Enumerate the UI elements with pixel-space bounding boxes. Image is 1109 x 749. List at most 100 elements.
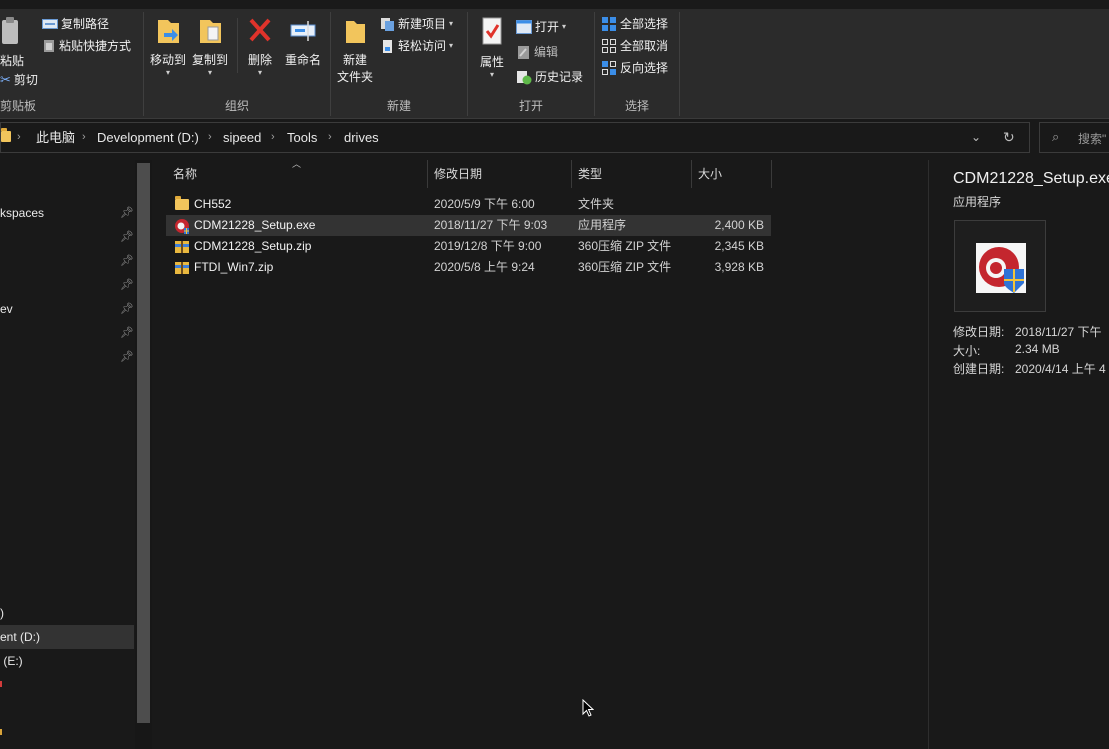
easy-access-button[interactable]: 轻松访问 ▾ [380, 36, 453, 56]
move-to-button[interactable]: 移动到 ▾ [148, 14, 188, 77]
history-button[interactable]: 历史记录 [516, 67, 583, 87]
open-caret-icon: ▾ [562, 22, 567, 31]
nav-quick-access-item[interactable]: 📌︎ [0, 225, 134, 249]
pin-icon[interactable]: 📌︎ [120, 249, 134, 273]
file-row[interactable]: CDM21228_Setup.zip 2019/12/8 下午 9:00 360… [166, 236, 771, 257]
cut-label: 剪切 [13, 73, 38, 87]
nav-quick-access-item[interactable]: 📌︎ [0, 345, 134, 369]
column-header-size[interactable]: 大小 [692, 160, 772, 188]
refresh-icon[interactable]: ↻ [1003, 123, 1015, 152]
preview-modified-label: 修改日期: [953, 325, 1005, 339]
organize-group-label: 组织 [224, 99, 249, 113]
paste-shortcut-icon [44, 40, 54, 52]
nav-quick-access-item[interactable]: 📌︎ [0, 273, 134, 297]
delete-button[interactable]: 删除 ▾ [242, 14, 278, 77]
paste-shortcut-button[interactable]: 粘贴快捷方式 [42, 36, 131, 56]
file-date: 2020/5/9 下午 6:00 [434, 197, 535, 211]
folder-icon [175, 196, 189, 210]
exe-icon [175, 219, 189, 234]
breadcrumb-this-pc[interactable]: 此电脑 [36, 123, 75, 152]
select-none-button[interactable]: 全部取消 [601, 36, 668, 56]
breadcrumb-sipeed[interactable]: sipeed [223, 123, 261, 152]
clipboard-group-label: 剪贴板 [0, 99, 37, 113]
copy-to-button[interactable]: 复制到 ▾ [190, 14, 230, 77]
nav-item-label: kspaces [0, 206, 45, 220]
file-size: 2,400 KB [714, 218, 764, 232]
chevron-right-icon: › [17, 131, 21, 143]
breadcrumb-drives[interactable]: drives [344, 123, 379, 152]
nav-drive-item-selected[interactable]: ent (D:) [0, 625, 134, 649]
select-all-button[interactable]: 全部选择 [601, 14, 668, 34]
pin-icon[interactable]: 📌︎ [120, 345, 134, 369]
column-header-name[interactable]: 名称 [167, 160, 428, 188]
rename-button[interactable]: 重命名 [283, 14, 323, 68]
preview-pane-divider[interactable] [928, 160, 929, 749]
copy-path-label: 复制路径 [61, 17, 110, 31]
address-bar[interactable]: › 此电脑 › Development (D:) › sipeed › Tool… [0, 122, 1030, 153]
preview-created-label: 创建日期: [953, 362, 1005, 376]
search-icon: ⌕ [1052, 129, 1060, 144]
invert-selection-label: 反向选择 [620, 61, 669, 75]
folder-icon [1, 128, 11, 142]
move-to-caret-icon: ▾ [165, 68, 170, 77]
properties-button[interactable]: 属性 ▾ [474, 16, 510, 79]
edit-label: 编辑 [534, 45, 559, 59]
column-header-date[interactable]: 修改日期 [428, 160, 572, 188]
pin-icon[interactable]: 📌︎ [120, 297, 134, 321]
paste-button[interactable]: 粘贴 [0, 16, 24, 69]
copy-path-button[interactable]: 复制路径 [42, 14, 109, 34]
new-item-button[interactable]: 新建项目 ▾ [380, 14, 453, 34]
open-button[interactable]: 打开 ▾ [516, 17, 566, 37]
preview-filename: CDM21228_Setup.exe [953, 170, 1109, 187]
pin-icon[interactable]: 📌︎ [120, 201, 134, 225]
preview-modified-value: 2018/11/27 下午 [1015, 325, 1102, 339]
nav-scrollbar-thumb[interactable] [137, 163, 150, 723]
nav-drive-item[interactable]: ) [0, 601, 134, 625]
pin-icon[interactable]: 📌︎ [120, 321, 134, 345]
file-row[interactable]: FTDI_Win7.zip 2020/5/8 上午 9:24 360压缩 ZIP… [166, 257, 771, 278]
nav-quick-access-item[interactable]: ev 📌︎ [0, 297, 134, 321]
chevron-right-icon: › [271, 131, 275, 143]
nav-drive-label: ) [0, 606, 4, 620]
nav-quick-access-item[interactable]: kspaces 📌︎ [0, 201, 134, 225]
cut-button[interactable]: ✂ 剪切 [0, 70, 38, 90]
new-item-label: 新建项目 [398, 17, 447, 31]
edit-icon [518, 45, 529, 59]
zip-icon [175, 262, 189, 274]
file-size [692, 194, 764, 215]
edit-button[interactable]: 编辑 [516, 42, 558, 62]
chevron-right-icon: › [82, 131, 86, 143]
new-folder-label-1: 新建 [342, 53, 367, 67]
new-folder-label-2: 文件夹 [336, 70, 373, 84]
nav-quick-access-item[interactable]: 📌︎ [0, 321, 134, 345]
file-row-selected[interactable]: CDM21228_Setup.exe 2018/11/27 下午 9:03 应用… [166, 215, 771, 236]
select-all-icon [602, 17, 616, 31]
search-box[interactable]: ⌕ 搜索" [1039, 122, 1109, 153]
nav-item-label: ev [0, 302, 13, 316]
history-icon [517, 70, 532, 84]
file-name: FTDI_Win7.zip [194, 260, 274, 274]
breadcrumb-drive[interactable]: Development (D:) [97, 123, 199, 152]
open-icon [516, 20, 532, 34]
file-row[interactable]: CH552 2020/5/9 下午 6:00 文件夹 [166, 194, 771, 215]
breadcrumb-tools[interactable]: Tools [287, 123, 317, 152]
nav-quick-access-item[interactable]: 📌︎ [0, 249, 134, 273]
nav-drive-item[interactable]: (E:) [0, 649, 134, 673]
pin-icon[interactable]: 📌︎ [120, 225, 134, 249]
copy-to-label: 复制到 [191, 53, 228, 67]
file-size: 2,345 KB [714, 239, 764, 253]
move-to-label: 移动到 [149, 53, 186, 67]
properties-label: 属性 [479, 55, 504, 69]
chevron-down-icon[interactable]: ⌄ [971, 123, 981, 152]
chevron-right-icon: › [208, 131, 212, 143]
chevron-right-icon: › [328, 131, 332, 143]
scissors-icon: ✂ [0, 72, 11, 87]
preview-thumbnail [954, 220, 1046, 312]
pin-icon[interactable]: 📌︎ [120, 273, 134, 297]
invert-selection-button[interactable]: 反向选择 [601, 58, 668, 78]
properties-icon [482, 17, 502, 45]
select-none-label: 全部取消 [620, 39, 669, 53]
nav-icon-fragment [0, 729, 2, 735]
column-header-type[interactable]: 类型 [572, 160, 692, 188]
new-folder-button[interactable]: 新建 文件夹 [334, 14, 376, 85]
